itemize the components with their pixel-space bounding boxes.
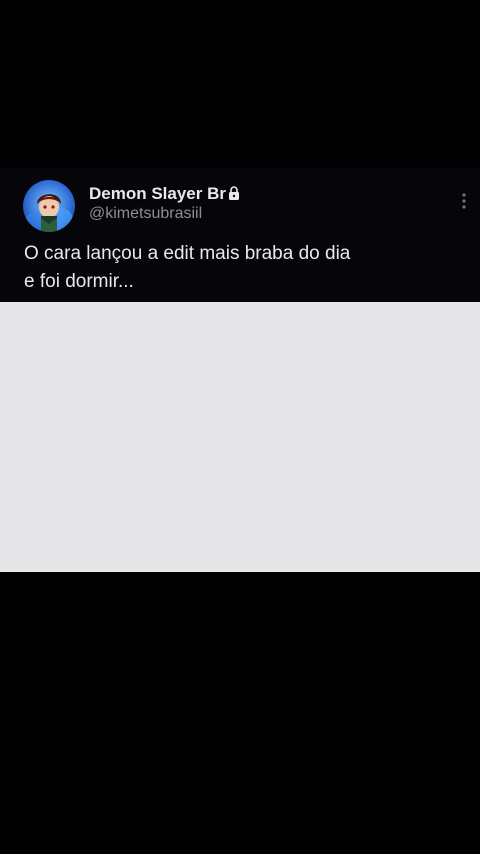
more-options-button[interactable]: [456, 190, 472, 212]
tweet-card[interactable]: Demon Slayer Br @kimetsubrasiil O cara l…: [0, 168, 480, 302]
avatar-image: [23, 180, 75, 232]
screen: Demon Slayer Br @kimetsubrasiil O cara l…: [0, 0, 480, 854]
author-handle[interactable]: @kimetsubrasiil: [89, 205, 202, 223]
lock-icon: [229, 186, 239, 200]
avatar[interactable]: [23, 180, 75, 232]
media-area[interactable]: [0, 302, 480, 572]
more-vertical-icon: [462, 193, 466, 209]
author-name[interactable]: Demon Slayer Br: [89, 184, 226, 204]
tweet-text-line: e foi dormir...: [24, 271, 134, 292]
tweet-text: O cara lançou a edit mais braba do dia e…: [24, 240, 444, 296]
tweet-text-line: O cara lançou a edit mais braba do dia: [24, 243, 351, 264]
